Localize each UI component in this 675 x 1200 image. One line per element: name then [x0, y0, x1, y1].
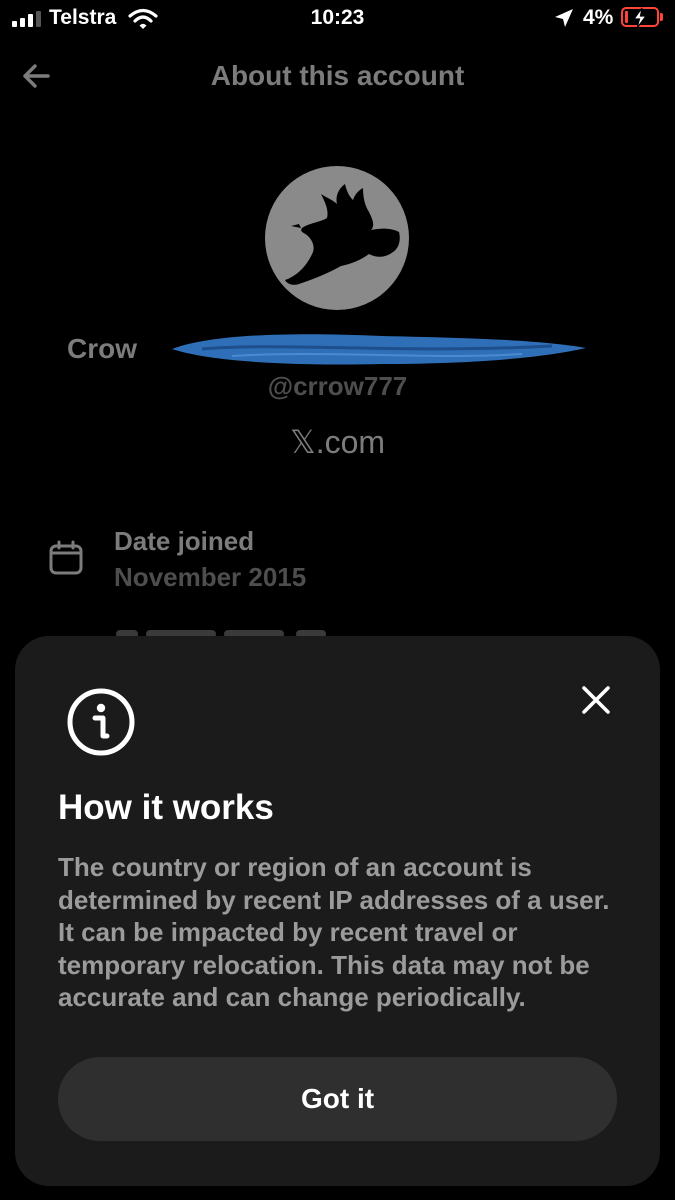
avatar[interactable] [265, 166, 409, 310]
sheet-description: The country or region of an account is d… [58, 852, 610, 1012]
date-joined-value: November 2015 [114, 562, 307, 592]
status-bar: Telstra 10:23 4% [0, 0, 675, 40]
redaction-scribble [172, 334, 586, 365]
display-name: Crow [67, 333, 137, 364]
got-it-button[interactable]: Got it [58, 1057, 617, 1141]
location-arrow-icon [555, 9, 573, 27]
info-icon [67, 688, 135, 756]
date-joined-label: Date joined [114, 526, 255, 556]
battery-cap [660, 13, 663, 21]
calendar-icon [49, 540, 83, 575]
battery-charging-icon [621, 7, 659, 29]
sheet-title: How it works [58, 788, 274, 827]
account-handle: @crrow777 [267, 371, 408, 401]
battery-percent: 4% [583, 6, 614, 29]
crow-silhouette-icon [285, 184, 400, 285]
close-icon[interactable] [578, 682, 614, 718]
site-label[interactable]: 𝕏.com [0, 423, 675, 461]
page-title: About this account [210, 60, 465, 91]
